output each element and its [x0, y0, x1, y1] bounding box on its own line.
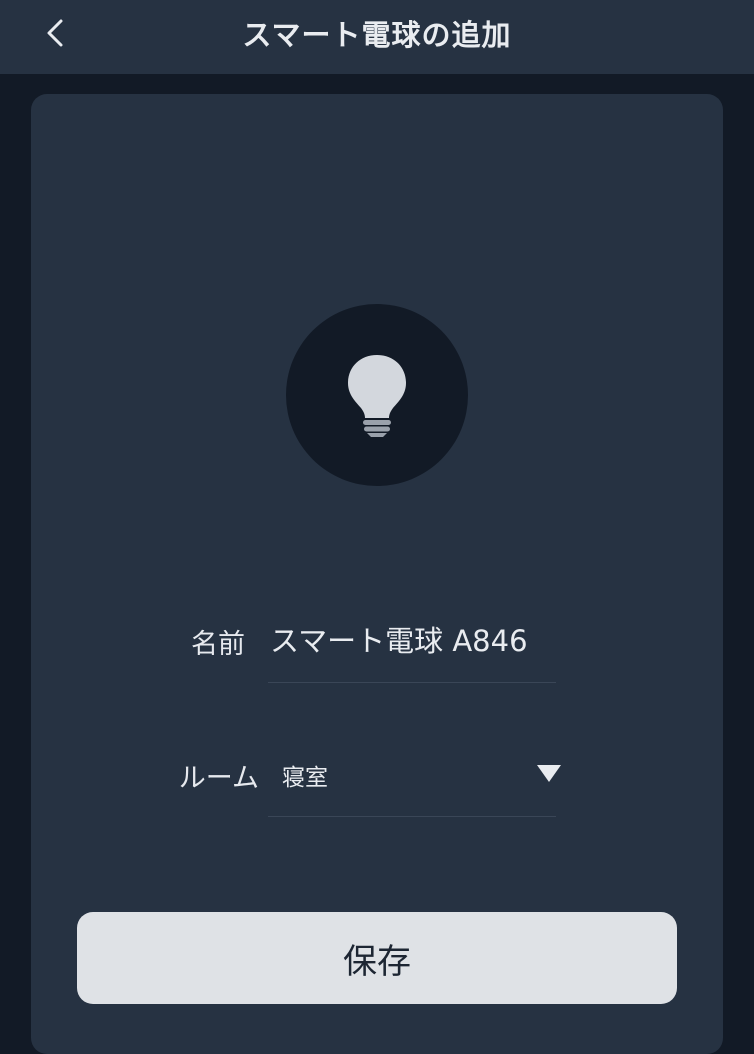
room-underline	[268, 816, 556, 817]
room-selected-value: 寝室	[282, 765, 328, 791]
name-label: 名前	[191, 629, 245, 660]
lightbulb-icon	[348, 355, 406, 437]
device-card: 名前 ルーム 寝室 保存	[31, 94, 723, 1054]
room-label: ルーム	[178, 763, 259, 794]
top-app-bar: スマート電球の追加	[0, 0, 754, 74]
name-underline	[268, 682, 556, 683]
room-select[interactable]: 寝室	[268, 750, 568, 800]
device-icon-badge	[286, 304, 468, 486]
triangle-down-icon	[537, 765, 561, 782]
save-button[interactable]: 保存	[77, 912, 677, 1004]
name-input[interactable]	[268, 614, 556, 664]
chevron-left-icon	[47, 19, 63, 47]
back-button[interactable]	[30, 10, 80, 56]
page-title: スマート電球の追加	[242, 18, 512, 52]
